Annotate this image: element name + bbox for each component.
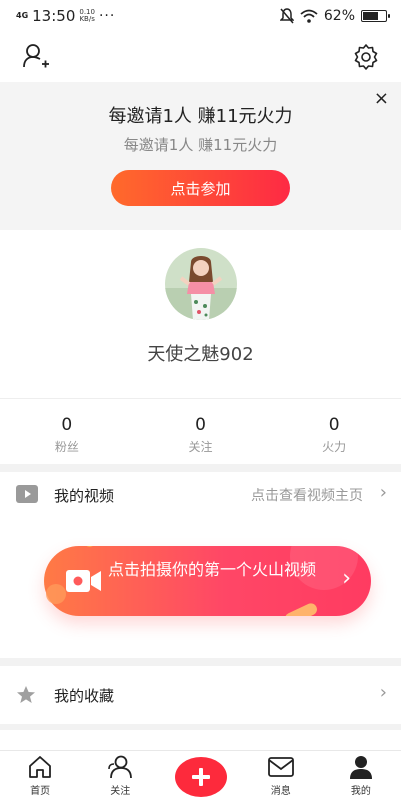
join-button[interactable]: 点击参加 xyxy=(111,170,290,206)
video-play-icon xyxy=(16,485,38,503)
stat-value: 0 xyxy=(328,415,340,435)
mail-icon xyxy=(267,757,294,777)
tab-label: 关注 xyxy=(110,786,131,797)
avatar[interactable] xyxy=(165,248,237,320)
stat-following[interactable]: 0 关注 xyxy=(134,399,268,464)
stat-value: 0 xyxy=(61,415,73,435)
tab-me[interactable]: 我的 xyxy=(321,751,401,800)
invite-subtitle: 每邀请1人 赚11元火力 xyxy=(123,136,278,154)
my-videos-title: 我的视频 xyxy=(54,487,115,505)
tab-home[interactable]: 首页 xyxy=(0,751,80,800)
status-bar: 4G 13:50 0.10 KB/s ··· 62% xyxy=(0,0,401,34)
profile-section: 天使之魅902 xyxy=(0,230,401,398)
my-videos-row[interactable]: 我的视频 点击查看视频主页 › xyxy=(0,472,401,516)
tab-create[interactable] xyxy=(160,751,240,800)
follow-people-icon xyxy=(108,755,133,779)
my-favorites-title: 我的收藏 xyxy=(54,687,115,705)
view-video-home-link[interactable]: 点击查看视频主页 xyxy=(251,485,363,505)
battery-percent: 62% xyxy=(323,8,355,24)
shoot-video-text: 点击拍摄你的第一个火山视频 xyxy=(108,560,317,579)
close-icon[interactable]: × xyxy=(374,88,389,109)
chevron-right-icon: › xyxy=(379,682,387,703)
wifi-icon xyxy=(300,9,318,23)
person-icon xyxy=(349,756,372,779)
home-icon xyxy=(29,756,51,778)
settings-gear-icon[interactable] xyxy=(353,44,379,70)
invite-banner: 每邀请1人 赚11元火力 每邀请1人 赚11元火力 点击参加 × xyxy=(0,82,401,230)
stat-fire[interactable]: 0 火力 xyxy=(267,399,401,464)
create-plus-button[interactable] xyxy=(174,757,227,797)
add-friend-icon[interactable] xyxy=(22,43,50,69)
chevron-right-icon: › xyxy=(379,482,387,503)
net-speed-unit: KB/s xyxy=(79,15,95,23)
bottom-tab-bar: 首页 关注 消息 我的 xyxy=(0,750,401,800)
stats-row: 0 粉丝 0 关注 0 火力 xyxy=(0,398,401,464)
network-type: 4G xyxy=(16,11,29,20)
clock: 13:50 xyxy=(32,7,76,25)
stat-value: 0 xyxy=(195,415,206,435)
stat-label: 粉丝 xyxy=(54,440,79,454)
invite-title: 每邀请1人 赚11元火力 xyxy=(108,106,293,127)
nickname: 天使之魅902 xyxy=(147,344,254,365)
tab-label: 我的 xyxy=(350,786,371,797)
stat-label: 火力 xyxy=(322,440,347,454)
my-favorites-row[interactable]: 我的收藏 › xyxy=(0,666,401,724)
stat-fans[interactable]: 0 粉丝 xyxy=(0,399,134,464)
stat-label: 关注 xyxy=(188,440,213,454)
more-indicator: ··· xyxy=(98,8,116,24)
chevron-right-icon: › xyxy=(342,566,351,591)
tab-following[interactable]: 关注 xyxy=(80,751,160,800)
camera-icon xyxy=(66,570,101,592)
star-icon xyxy=(17,686,35,703)
battery-icon xyxy=(361,10,390,22)
plus-icon xyxy=(191,768,210,786)
shoot-first-video-button[interactable]: 点击拍摄你的第一个火山视频 › xyxy=(44,546,371,616)
next-row-peek xyxy=(0,730,401,750)
tab-messages[interactable]: 消息 xyxy=(241,751,321,800)
top-header xyxy=(0,34,401,82)
tab-label: 消息 xyxy=(270,786,291,797)
my-videos-section: 我的视频 点击查看视频主页 › 点击拍摄你的第一个火山视频 › xyxy=(0,472,401,658)
mute-icon xyxy=(279,8,294,24)
tab-label: 首页 xyxy=(30,786,51,797)
